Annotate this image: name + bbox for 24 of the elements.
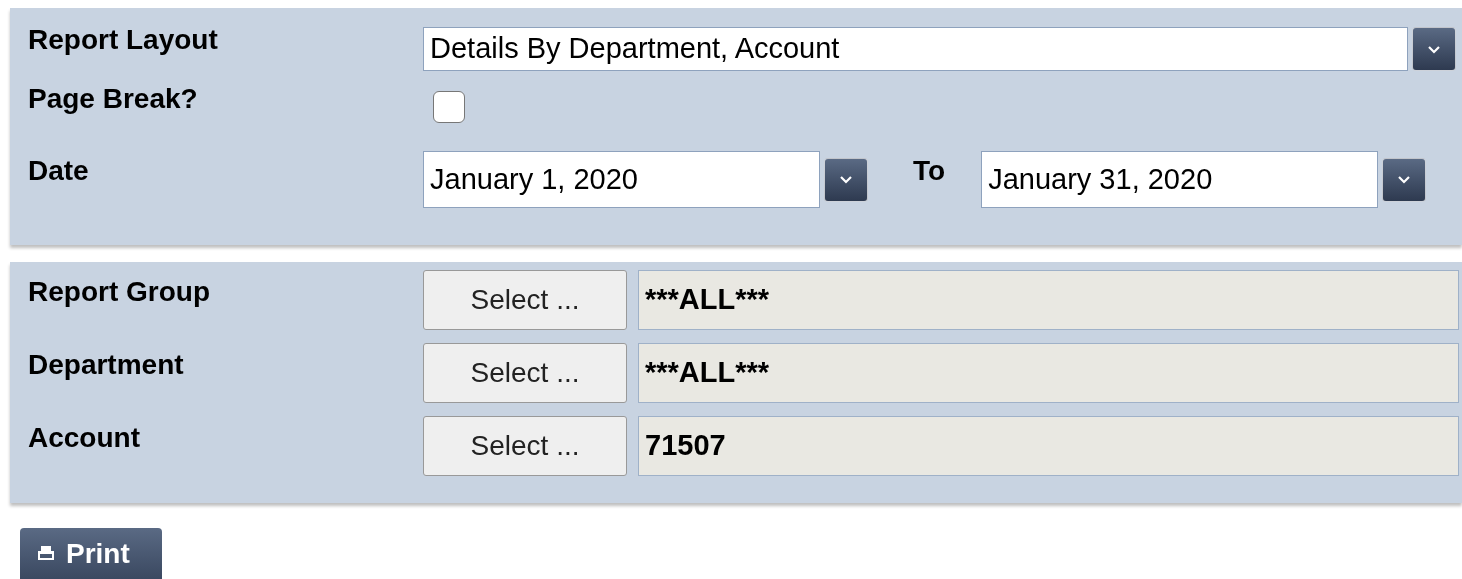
value-field: 71507 [638,416,1459,476]
field-label: Department [27,348,185,379]
dropdown-button[interactable] [1412,27,1456,71]
dropdown-button[interactable] [824,157,868,202]
select-button[interactable]: Select ... [423,343,627,403]
dropdown-button[interactable] [1382,157,1427,202]
select-button[interactable]: Select ... [423,416,627,476]
chevron-down-icon [839,175,853,184]
field-label: Report Group [27,275,211,306]
field-label: Report Layout [27,26,219,54]
date-field[interactable]: January 1, 2020 [423,151,820,208]
dropdown-field[interactable]: Details By Department, Account [423,27,1408,71]
select-button[interactable]: Select ... [423,270,627,330]
checkbox[interactable] [433,91,465,123]
date-field[interactable]: January 31, 2020 [981,151,1379,208]
print-button[interactable]: Print [20,528,162,579]
to-label: To [913,154,946,185]
field-label: Account [27,421,141,452]
value-field: ***ALL*** [638,270,1459,330]
chevron-down-icon [1427,44,1441,54]
chevron-down-icon [1397,175,1412,184]
field-label: Page Break? [27,85,199,113]
value-field: ***ALL*** [638,343,1459,403]
field-label: Date [27,154,90,185]
